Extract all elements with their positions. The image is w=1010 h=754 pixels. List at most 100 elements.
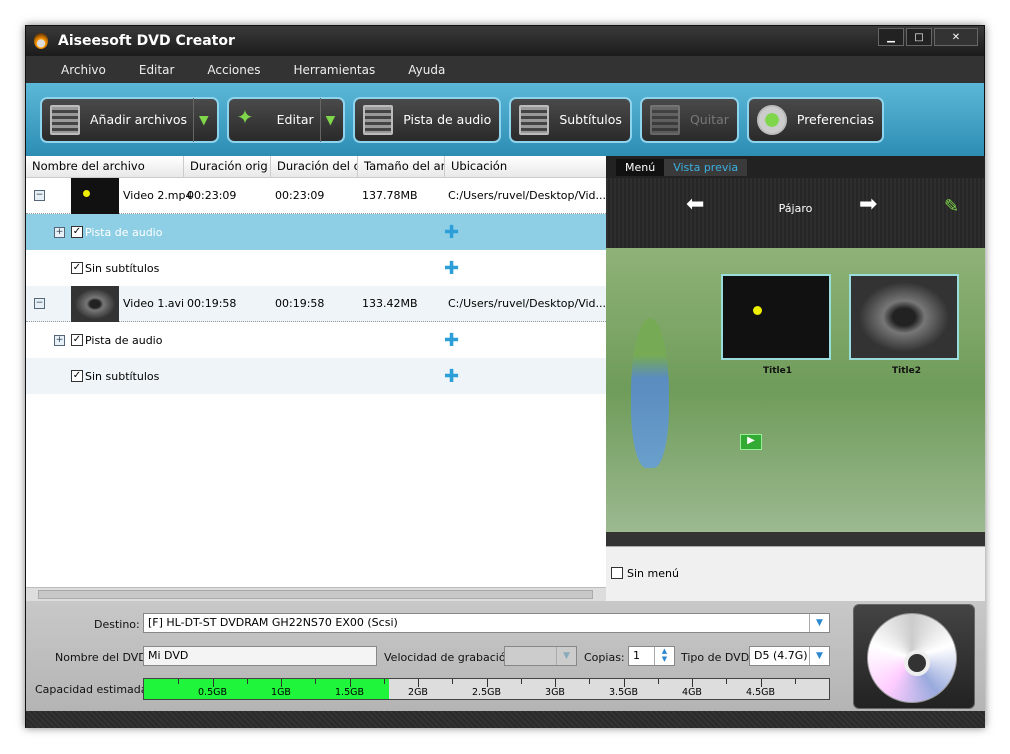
subtitle-checkbox[interactable]: ✓ [71, 370, 83, 382]
add-audio-icon[interactable]: ✚ [444, 330, 459, 351]
stepper-arrows-icon[interactable]: ▲ ▼ [654, 647, 674, 665]
close-button[interactable]: ✕ [934, 28, 978, 46]
add-files-dropdown[interactable]: ▼ [193, 97, 209, 142]
dvd-type-select[interactable]: D5 (4.7G) ▼ [749, 646, 830, 666]
add-files-button[interactable]: Añadir archivos ▼ [40, 96, 219, 143]
add-subtitle-icon[interactable]: ✚ [444, 366, 459, 387]
capacity-tick [349, 679, 351, 687]
film-remove-icon [649, 104, 680, 135]
file-location: C:/Users/ruvel/Desktop/Vid... [448, 297, 607, 310]
menu-preview: Title1 Title2 ▶ [606, 248, 985, 532]
expand-icon[interactable]: + [54, 226, 65, 238]
menu-ayuda[interactable]: Ayuda [408, 63, 445, 77]
capacity-tick-label: 1.5GB [335, 687, 364, 698]
arrow-right-icon[interactable]: ➡ [859, 192, 877, 217]
file-orig-duration: 00:23:09 [187, 189, 237, 202]
destination-label: Destino: [94, 618, 140, 631]
col-duration[interactable]: Duración del c [271, 156, 358, 177]
remove-button[interactable]: Quitar [639, 96, 739, 143]
burn-button[interactable] [853, 604, 975, 709]
capacity-tick [760, 679, 762, 687]
title-2-label: Title2 [892, 366, 921, 376]
capacity-tick [555, 679, 556, 687]
menu-theme-nav: ⬅ Pájaro ➡ ✎ [606, 178, 985, 248]
preferences-button[interactable]: Preferencias [746, 96, 884, 143]
audio-track-row[interactable]: + ✓ Pista de audio ✚ [26, 214, 606, 250]
audio-track-label: Pista de audio [403, 112, 492, 127]
subtitles-button[interactable]: Subtítulos [509, 96, 632, 143]
capacity-tick-label: 3.5GB [609, 687, 638, 698]
file-row[interactable]: − Video 2.mp4 00:23:09 00:23:09 137.78MB… [26, 177, 606, 214]
file-orig-duration: 00:19:58 [187, 297, 237, 310]
copies-stepper[interactable]: 1 ▲ ▼ [628, 646, 675, 666]
status-bar [26, 711, 985, 728]
col-name[interactable]: Nombre del archivo [26, 156, 184, 177]
film-subtitles-icon [519, 104, 550, 135]
capacity-label: Capacidad estimada: [35, 683, 152, 696]
dvd-burn-icon [867, 613, 957, 703]
edit-menu-icon[interactable]: ✎ [944, 196, 959, 217]
title-thumbnail-1[interactable] [721, 274, 831, 360]
capacity-tick [418, 679, 419, 687]
chevron-down-icon[interactable]: ▼ [809, 614, 829, 632]
audio-checkbox[interactable]: ✓ [71, 334, 83, 346]
gear-icon [756, 104, 787, 135]
horizontal-scrollbar[interactable] [26, 587, 606, 601]
audio-track-row[interactable]: + ✓ Pista de audio ✚ [26, 322, 606, 358]
tab-menu[interactable]: Menú [616, 158, 665, 176]
output-settings: Destino: [F] HL-DT-ST DVDRAM GH22NS70 EX… [26, 601, 985, 711]
file-duration: 00:19:58 [275, 297, 325, 310]
speed-label: Velocidad de grabación: [384, 651, 517, 664]
capacity-tick [212, 679, 214, 687]
video-thumbnail [71, 177, 119, 214]
menu-archivo[interactable]: Archivo [61, 63, 106, 77]
add-files-label: Añadir archivos [90, 112, 188, 127]
edit-dropdown[interactable]: ▼ [319, 97, 335, 142]
capacity-tick [281, 679, 282, 687]
title-thumbnail-2[interactable] [849, 274, 959, 360]
capacity-tick [315, 679, 317, 684]
no-menu-label: Sin menú [627, 567, 679, 580]
maximize-button[interactable]: □ [906, 28, 932, 46]
app-logo-icon [34, 33, 48, 49]
remove-label: Quitar [689, 112, 729, 127]
subtitle-row[interactable]: ✓ Sin subtítulos ✚ [26, 358, 606, 394]
window-title: Aiseesoft DVD Creator [58, 33, 235, 49]
file-duration: 00:23:09 [275, 189, 325, 202]
audio-track-label: Pista de audio [85, 333, 163, 347]
menu-herramientas[interactable]: Herramientas [294, 63, 376, 77]
bird-image [631, 318, 669, 468]
capacity-tick [520, 679, 522, 684]
minimize-button[interactable]: ▁ [878, 28, 904, 46]
tab-preview[interactable]: Vista previa [664, 158, 748, 176]
menu-bar: Archivo Editar Acciones Herramientas Ayu… [26, 56, 984, 83]
magic-wand-icon: ✦ [236, 104, 254, 129]
collapse-icon[interactable]: − [34, 190, 45, 201]
add-audio-icon[interactable]: ✚ [444, 222, 459, 243]
copies-label: Copias: [584, 651, 625, 664]
audio-track-button[interactable]: Pista de audio [353, 96, 502, 143]
destination-select[interactable]: [F] HL-DT-ST DVDRAM GH22NS70 EX00 (Scsi)… [143, 613, 830, 633]
col-orig-duration[interactable]: Duración orig [184, 156, 271, 177]
file-row[interactable]: − Video 1.avi 00:19:58 00:19:58 133.42MB… [26, 285, 607, 322]
menu-editar[interactable]: Editar [139, 63, 175, 77]
file-list: Nombre del archivo Duración orig Duració… [26, 156, 606, 601]
menu-acciones[interactable]: Acciones [207, 63, 260, 77]
expand-icon[interactable]: + [54, 334, 65, 346]
add-subtitle-icon[interactable]: ✚ [444, 258, 459, 279]
play-icon[interactable]: ▶ [740, 434, 762, 450]
subtitle-checkbox[interactable]: ✓ [71, 262, 83, 274]
chevron-down-icon[interactable]: ▼ [809, 647, 829, 665]
subtitle-row[interactable]: ✓ Sin subtítulos ✚ [26, 250, 606, 286]
audio-checkbox[interactable]: ✓ [71, 226, 83, 238]
speed-select[interactable]: ▼ [504, 646, 577, 666]
dvd-name-input[interactable]: Mi DVD [143, 646, 377, 666]
collapse-icon[interactable]: − [34, 298, 45, 309]
chevron-down-icon[interactable]: ▼ [556, 647, 576, 665]
scrollbar-thumb[interactable] [38, 590, 593, 599]
capacity-tick [246, 679, 248, 684]
edit-button[interactable]: ✦ Editar ▼ [226, 96, 346, 143]
col-location[interactable]: Ubicación [445, 156, 606, 177]
col-size[interactable]: Tamaño del ar [358, 156, 445, 177]
no-menu-checkbox[interactable] [611, 567, 623, 579]
